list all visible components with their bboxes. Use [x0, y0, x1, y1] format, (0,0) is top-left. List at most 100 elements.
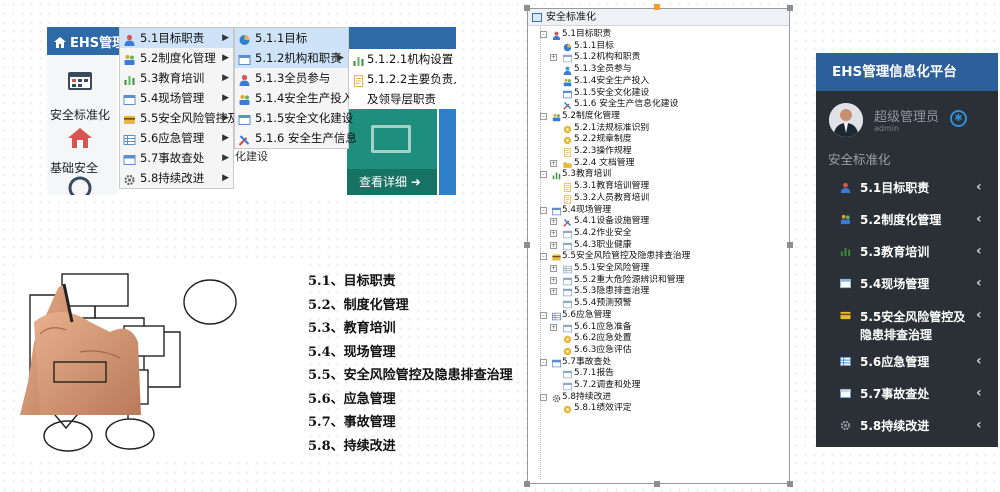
- resize-handle[interactable]: [787, 242, 793, 248]
- sidebar-item[interactable]: 5.2制度化管理 ‹: [816, 205, 998, 237]
- menu-item[interactable]: 5.1.1目标: [235, 28, 348, 48]
- menu-item[interactable]: 5.5安全风险管控及 ▶: [120, 108, 239, 128]
- expand-icon[interactable]: +: [550, 276, 557, 284]
- tree-item[interactable]: +5.2.4 文档管理: [550, 158, 634, 170]
- tree-root-label: 安全标准化: [546, 12, 596, 23]
- expand-icon[interactable]: +: [550, 159, 557, 167]
- tree-item[interactable]: 5.2.2规章制度: [563, 134, 632, 146]
- menu-item[interactable]: 5.6应急管理 ▶: [120, 128, 233, 148]
- app-brand[interactable]: EHS管理: [54, 32, 125, 51]
- tree-item[interactable]: 5.2.1法规标准识别: [563, 123, 649, 135]
- menu-item[interactable]: 5.1目标职责 ▶: [120, 28, 233, 48]
- expand-icon[interactable]: +: [550, 288, 557, 296]
- sidebar-item[interactable]: 5.8持续改进 ‹: [816, 411, 998, 443]
- expand-icon[interactable]: +: [550, 229, 557, 237]
- collapse-icon[interactable]: -: [540, 112, 547, 120]
- view-details-link[interactable]: 查看详细 ➜: [347, 169, 437, 195]
- tree-item[interactable]: +5.5.1安全风险管理: [550, 263, 649, 275]
- sidebar-item[interactable]: 5.5安全风险管控及隐患排查治理 ‹: [816, 301, 998, 347]
- resize-handle[interactable]: [787, 5, 793, 11]
- menu-item[interactable]: 5.1.2.2主要负责人: [349, 69, 456, 89]
- settings-icon[interactable]: ✱: [950, 110, 967, 127]
- nav-item-basic-safety[interactable]: 基础安全: [50, 159, 98, 176]
- tree-item[interactable]: +5.1.2机构和职责: [550, 52, 640, 64]
- resize-handle[interactable]: [654, 4, 660, 10]
- sidebar-item[interactable]: 5.7事故查处 ‹: [816, 379, 998, 411]
- collapse-icon[interactable]: -: [540, 171, 547, 179]
- tree-item[interactable]: 5.3.2人员教育培训: [564, 193, 649, 205]
- collapse-icon[interactable]: -: [540, 253, 547, 261]
- resize-handle[interactable]: [787, 481, 793, 487]
- tree-root[interactable]: 安全标准化: [528, 9, 789, 26]
- tree-group[interactable]: - 5.1目标职责: [540, 29, 611, 41]
- tree-group[interactable]: - 5.2制度化管理: [540, 111, 620, 123]
- collapse-icon[interactable]: -: [540, 206, 547, 214]
- tree-item[interactable]: 5.1.5安全文化建设: [563, 88, 649, 100]
- tree-item[interactable]: 5.6.3应急评估: [563, 345, 632, 357]
- tree-item[interactable]: +5.5.2重大危险源辨识和管理: [550, 275, 684, 287]
- expand-icon[interactable]: +: [550, 323, 557, 331]
- avatar[interactable]: [829, 103, 863, 137]
- tree-item[interactable]: +5.5.3隐患排查治理: [550, 286, 650, 298]
- sidebar-item[interactable]: 5.1目标职责 ‹: [816, 173, 998, 205]
- resize-handle[interactable]: [524, 5, 530, 11]
- resize-handle[interactable]: [524, 481, 530, 487]
- tree-group[interactable]: - 5.6应急管理: [540, 310, 611, 322]
- tree-group[interactable]: - 5.4现场管理: [540, 205, 611, 217]
- list-icon: [552, 359, 561, 367]
- resize-handle[interactable]: [524, 242, 530, 248]
- sidebar-title[interactable]: EHS管理信息化平台: [816, 53, 998, 91]
- tree-item[interactable]: +5.4.3职业健康: [550, 240, 632, 252]
- menu-item[interactable]: 5.8持续改进 ▶: [120, 168, 233, 188]
- menu-item[interactable]: 5.1.2机构和职责 ▶: [235, 48, 348, 68]
- collapse-icon[interactable]: -: [540, 31, 547, 38]
- menu-item[interactable]: 5.3教育培训 ▶: [120, 68, 233, 88]
- tree-item[interactable]: 5.3.1教育培训管理: [564, 181, 649, 193]
- tree-item[interactable]: 5.7.2调查和处理: [563, 380, 640, 392]
- menu-item-icon-wrap: [352, 73, 365, 87]
- tree-group[interactable]: - 5.3教育培训: [540, 169, 611, 181]
- sidebar-item[interactable]: 5.3教育培训 ‹: [816, 237, 998, 269]
- tree-icon-wrap: [563, 160, 572, 168]
- resize-handle[interactable]: [654, 481, 660, 487]
- tree-label: 5.1.4安全生产投入: [574, 75, 650, 86]
- menu-item[interactable]: 5.7事故查处 ▶: [120, 148, 233, 168]
- menu-item[interactable]: 5.1.4安全生产投入: [235, 88, 353, 108]
- dashboard-tile-secondary[interactable]: [439, 97, 456, 195]
- menu-item[interactable]: 及领导层职责: [349, 89, 456, 109]
- dashboard-tile[interactable]: 查看详细 ➜: [347, 97, 437, 195]
- sidebar-item[interactable]: 5.4现场管理 ‹: [816, 269, 998, 301]
- menu-item[interactable]: 5.1.5安全文化建设: [235, 108, 353, 128]
- tree-item[interactable]: 5.6.2应急处置: [563, 333, 632, 345]
- tree-group[interactable]: - 5.8持续改进: [540, 392, 611, 404]
- tree-item[interactable]: 5.1.6 安全生产信息化建设: [563, 99, 678, 111]
- expand-icon[interactable]: +: [550, 54, 557, 62]
- tree-item[interactable]: +5.4.2作业安全: [550, 228, 632, 240]
- menu-item[interactable]: 5.4现场管理 ▶: [120, 88, 233, 108]
- tree-item[interactable]: 5.7.1报告: [563, 368, 614, 380]
- tree-item[interactable]: 5.8.1绩效评定: [563, 403, 632, 415]
- tree-item[interactable]: 5.1.1目标: [563, 41, 614, 53]
- expand-icon[interactable]: +: [550, 241, 557, 249]
- tree-item[interactable]: +5.4.1设备设施管理: [550, 216, 649, 228]
- menu-item[interactable]: 5.1.3全员参与: [235, 68, 348, 88]
- tree-item[interactable]: 5.2.3操作规程: [564, 146, 632, 158]
- menu-item[interactable]: 5.1.6 安全生产信息: [235, 128, 357, 148]
- menu-item[interactable]: 5.2制度化管理 ▶: [120, 48, 233, 68]
- tree-group[interactable]: - 5.5安全风险管控及隐患排查治理: [540, 251, 690, 263]
- tree-group[interactable]: - 5.7事故查处: [540, 357, 611, 369]
- tree-label: 5.5.3隐患排查治理: [574, 286, 650, 297]
- tree-item[interactable]: +5.6.1应急准备: [550, 322, 632, 334]
- menu-item-label: 5.1.4安全生产投入: [255, 91, 354, 105]
- tree-item[interactable]: 5.1.3全员参与: [563, 64, 632, 76]
- collapse-icon[interactable]: -: [540, 358, 547, 366]
- tree-item[interactable]: 5.5.4预测预警: [563, 298, 632, 310]
- expand-icon[interactable]: +: [550, 265, 557, 272]
- tree-item[interactable]: 5.1.4安全生产投入: [563, 75, 650, 88]
- collapse-icon[interactable]: -: [540, 393, 547, 401]
- nav-item-standardization[interactable]: 安全标准化: [50, 106, 110, 123]
- expand-icon[interactable]: +: [550, 218, 557, 226]
- sidebar-item[interactable]: 5.6应急管理 ‹: [816, 347, 998, 379]
- collapse-icon[interactable]: -: [540, 311, 547, 319]
- menu-item[interactable]: 5.1.2.1机构设置: [349, 49, 456, 69]
